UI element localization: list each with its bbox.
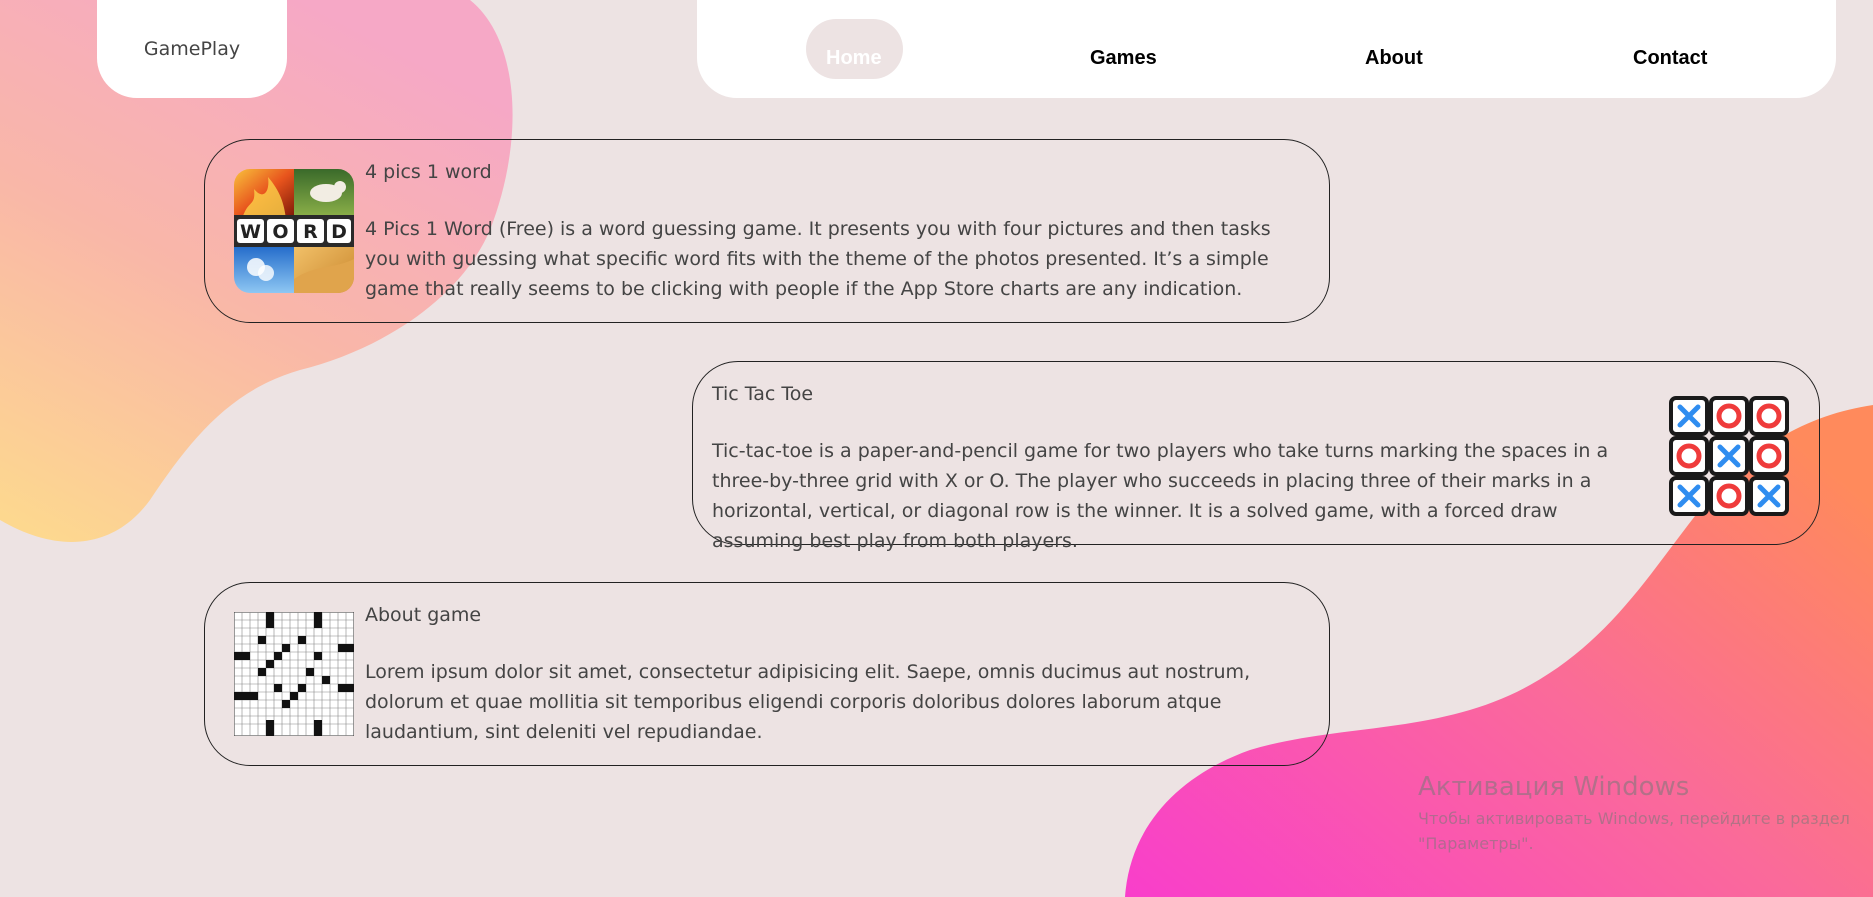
windows-activation-subtitle: Чтобы активировать Windows, перейдите в …: [1418, 809, 1850, 853]
game-description: Lorem ipsum dolor sit amet, consectetur …: [365, 661, 1251, 743]
crossword-thumbnail: [234, 612, 354, 736]
game-title: About game: [365, 604, 482, 626]
nav-about-link[interactable]: About: [1365, 47, 1423, 70]
game-card-crossword[interactable]: About game Lorem ipsum dolor sit amet, c…: [204, 582, 1330, 766]
game-title: 4 pics 1 word: [365, 161, 492, 183]
site-logo[interactable]: GamePlay: [144, 38, 240, 60]
svg-text:D: D: [331, 221, 347, 243]
logo-box[interactable]: GamePlay: [97, 0, 287, 98]
windows-activation-title: Активация Windows: [1418, 772, 1690, 802]
top-navigation: Home Games About Contact: [697, 0, 1836, 98]
tic-tac-toe-thumbnail: [1669, 396, 1789, 516]
game-card-tictactoe[interactable]: Tic Tac Toe Tic-tac-toe is a paper-and-p…: [692, 361, 1820, 552]
game-card-4pics[interactable]: W O R D 4 pics 1 word 4 Pics 1 Word (Fre…: [204, 139, 1330, 323]
nav-home-link[interactable]: Home: [826, 47, 882, 70]
svg-text:W: W: [240, 221, 261, 243]
nav-games-link[interactable]: Games: [1090, 47, 1157, 70]
svg-text:O: O: [272, 221, 288, 243]
four-pics-one-word-thumbnail: W O R D: [234, 169, 354, 293]
game-title: Tic Tac Toe: [712, 383, 814, 405]
nav-contact-link[interactable]: Contact: [1633, 47, 1707, 70]
game-description: 4 Pics 1 Word (Free) is a word guessing …: [365, 218, 1271, 300]
svg-text:R: R: [303, 221, 318, 243]
game-description: Tic-tac-toe is a paper-and-pencil game f…: [712, 440, 1609, 552]
